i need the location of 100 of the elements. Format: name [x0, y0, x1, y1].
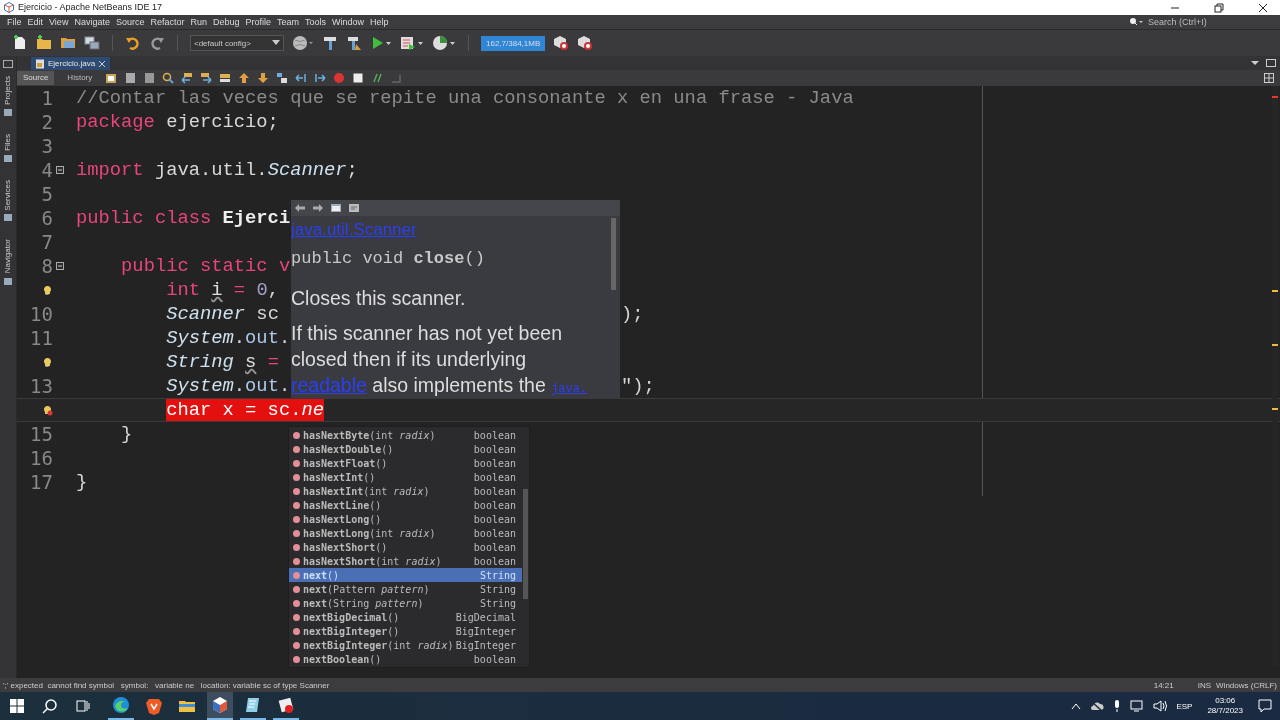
completion-item[interactable]: nextBigInteger() BigInteger: [289, 624, 522, 638]
cloud-off-icon[interactable]: [1090, 701, 1105, 711]
back-icon[interactable]: [294, 203, 306, 213]
windows-icon[interactable]: [84, 35, 100, 51]
dropdown-icon[interactable]: [1250, 59, 1260, 67]
profile-icon[interactable]: [432, 35, 456, 51]
history-icon[interactable]: [105, 72, 118, 84]
run-icon[interactable]: [370, 35, 392, 51]
menu-item[interactable]: Window: [329, 16, 368, 28]
arrow-down-icon[interactable]: [257, 72, 270, 84]
warning-marker[interactable]: [1272, 290, 1278, 292]
completion-item[interactable]: hasNextDouble() boolean: [289, 442, 522, 456]
network-icon[interactable]: [1130, 700, 1145, 712]
config-dropdown[interactable]: <default config>: [190, 35, 284, 51]
side-tab[interactable]: Projects: [3, 76, 13, 105]
panel-icon[interactable]: [4, 107, 12, 116]
completion-item[interactable]: hasNextFloat() boolean: [289, 456, 522, 470]
side-tab[interactable]: Navigator: [3, 239, 13, 274]
menu-item[interactable]: Tools: [302, 16, 330, 28]
gc-icon[interactable]: [577, 35, 594, 51]
bulb-icon[interactable]: [42, 284, 53, 296]
debug-icon[interactable]: [400, 35, 424, 51]
menu-item[interactable]: Refactor: [147, 16, 188, 28]
view-tab[interactable]: History: [61, 71, 99, 85]
panel-icon[interactable]: [4, 213, 12, 222]
gc-icon[interactable]: [553, 35, 570, 51]
clock-time[interactable]: 03:06: [1215, 696, 1236, 706]
close-icon[interactable]: [1258, 2, 1268, 13]
menu-item[interactable]: View: [46, 16, 72, 28]
completion-item[interactable]: nextBigDecimal() BigDecimal: [289, 610, 522, 624]
completion-item[interactable]: next(Pattern pattern) String: [289, 582, 522, 596]
menu-item[interactable]: Run: [187, 16, 210, 28]
completion-item[interactable]: next() String: [289, 568, 522, 582]
menu-item[interactable]: File: [4, 16, 25, 28]
completion-item[interactable]: hasNextInt() boolean: [289, 470, 522, 484]
menu-item[interactable]: Source: [112, 16, 148, 28]
speaker-icon[interactable]: [1153, 700, 1168, 712]
clock-date[interactable]: 28/7/2023: [1207, 706, 1243, 716]
menu-item[interactable]: Team: [274, 16, 303, 28]
completion-item[interactable]: nextBoolean() boolean: [289, 652, 522, 666]
shift-left-icon[interactable]: [295, 72, 308, 84]
shift-right-icon[interactable]: [314, 72, 327, 84]
side-tab[interactable]: Files: [3, 133, 13, 151]
restore-icon[interactable]: [1214, 2, 1224, 13]
maximize-icon[interactable]: [1266, 59, 1276, 67]
input-language[interactable]: ESP: [1176, 701, 1193, 711]
bulb-icon[interactable]: [42, 356, 53, 368]
file-tab[interactable]: Ejercicio.java: [31, 57, 111, 70]
hammer-icon[interactable]: [322, 35, 338, 51]
microphone-icon[interactable]: [1113, 700, 1122, 712]
completion-item[interactable]: next(String pattern) String: [289, 596, 522, 610]
view-tab[interactable]: Source: [17, 71, 55, 85]
windows-logo-icon[interactable]: [10, 699, 24, 713]
completion-item[interactable]: hasNextShort(int radix) boolean: [289, 554, 522, 568]
menu-item[interactable]: Help: [367, 16, 392, 28]
insert-mode[interactable]: INS: [1197, 680, 1212, 690]
line-ending[interactable]: Windows (CRLF): [1216, 680, 1277, 690]
window-icon[interactable]: [3, 60, 13, 68]
completion-item[interactable]: hasNextByte(int radix) boolean: [289, 428, 522, 442]
menu-item[interactable]: Profile: [242, 16, 275, 28]
chevron-up-icon[interactable]: [1071, 702, 1082, 710]
completion-item[interactable]: hasNextInt(int radix) boolean: [289, 484, 522, 498]
undo-icon[interactable]: [125, 35, 141, 51]
menu-item[interactable]: Debug: [210, 16, 243, 28]
menu-item[interactable]: Edit: [24, 16, 47, 28]
completion-item[interactable]: hasNextLine() boolean: [289, 498, 522, 512]
redo-icon[interactable]: [149, 35, 165, 51]
completion-item[interactable]: hasNextLong(int radix) boolean: [289, 526, 522, 540]
record-icon[interactable]: [333, 72, 346, 84]
find-previous-icon[interactable]: [181, 72, 194, 84]
new-file-icon[interactable]: [12, 35, 28, 51]
panel-icon[interactable]: [4, 153, 12, 162]
folder-icon[interactable]: [60, 35, 76, 51]
panel-icon[interactable]: [4, 276, 12, 285]
scrollbar-thumb[interactable]: [523, 489, 528, 599]
split-icon[interactable]: [1264, 73, 1274, 83]
arrow-up-icon[interactable]: [238, 72, 251, 84]
find-icon[interactable]: [162, 72, 175, 84]
notification-icon[interactable]: [1258, 699, 1272, 713]
page-forward-icon[interactable]: [143, 72, 156, 84]
taskbar-app[interactable]: [207, 692, 233, 720]
warning-marker[interactable]: [1272, 344, 1278, 346]
completion-item[interactable]: nextBigInteger(int radix) BigInteger: [289, 638, 522, 652]
scrollbar-thumb[interactable]: [611, 218, 616, 290]
search-icon[interactable]: [1129, 17, 1143, 27]
collapse-icon[interactable]: [56, 166, 64, 174]
globe-icon[interactable]: [292, 35, 314, 51]
stop-icon[interactable]: [352, 72, 365, 84]
task-view-icon[interactable]: [75, 698, 91, 714]
menu-item[interactable]: Navigate: [71, 16, 113, 28]
collapse-icon[interactable]: [56, 262, 64, 270]
completion-item[interactable]: hasNextLong() boolean: [289, 512, 522, 526]
page-back-icon[interactable]: [124, 72, 137, 84]
new-folder-icon[interactable]: [36, 35, 52, 51]
broom-hammer-icon[interactable]: [346, 35, 362, 51]
forward-icon[interactable]: [312, 203, 324, 213]
error-bulb-icon[interactable]: [42, 404, 53, 416]
comment-icon[interactable]: [371, 72, 384, 84]
error-marker[interactable]: [1272, 96, 1278, 98]
find-next-icon[interactable]: [200, 72, 213, 84]
